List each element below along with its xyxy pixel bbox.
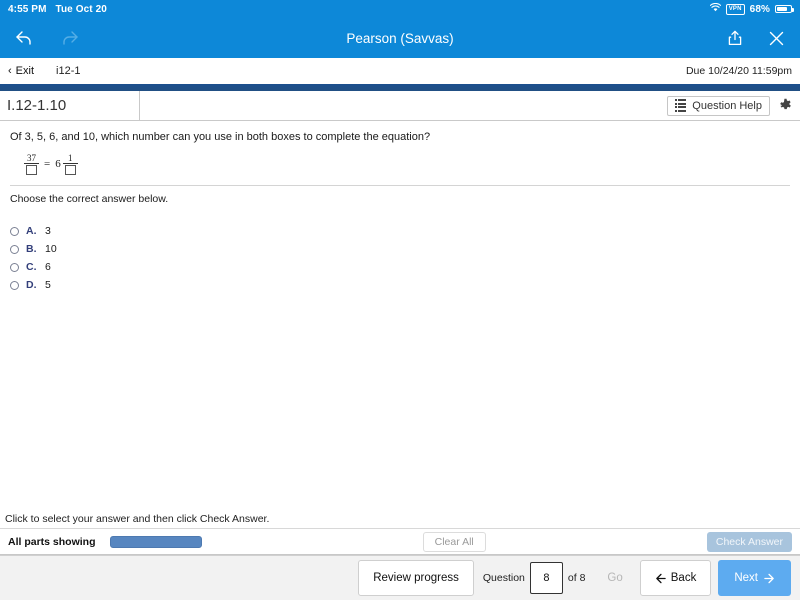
choice-d[interactable]: D. 5: [10, 276, 790, 294]
hint-text: Click to select your answer and then cli…: [0, 509, 800, 529]
next-label: Next: [734, 572, 758, 584]
exit-button[interactable]: ‹ Exit: [8, 65, 34, 77]
status-time: 4:55 PM: [8, 3, 47, 15]
left-arrow-icon: [655, 573, 666, 583]
app-bar: Pearson (Savvas): [0, 18, 800, 58]
back-label: Back: [670, 572, 697, 584]
of-total-label: of 8: [567, 572, 586, 584]
equation: 37 = 6 1: [24, 153, 790, 176]
question-number-input[interactable]: [529, 562, 563, 594]
back-arrow-icon[interactable]: [12, 26, 36, 50]
question-content: Of 3, 5, 6, and 10, which number can you…: [0, 121, 800, 504]
ios-status-bar: 4:55 PM Tue Oct 20 VPN 68%: [0, 0, 800, 18]
bottom-nav: Review progress Question of 8 Go Back Ne…: [0, 555, 800, 600]
choice-letter: C.: [26, 261, 37, 274]
whole-number: 6: [55, 158, 61, 171]
question-navigator: Question of 8: [482, 562, 586, 594]
right-denominator-box[interactable]: [64, 164, 76, 176]
battery-icon: [775, 5, 794, 13]
parts-label: All parts showing: [8, 535, 96, 548]
choice-letter: B.: [26, 243, 37, 256]
radio-button[interactable]: [10, 244, 19, 254]
due-date: Due 10/24/20 11:59pm: [685, 65, 792, 77]
parts-progress-bar: [109, 535, 202, 548]
check-answer-button[interactable]: Check Answer: [706, 531, 792, 552]
left-denominator-box[interactable]: [26, 164, 37, 176]
right-fraction: 1: [62, 153, 78, 176]
question-bar-actions: Question Help: [666, 91, 800, 120]
right-arrow-icon: [764, 573, 774, 583]
close-icon[interactable]: [764, 26, 788, 50]
exit-bar: ‹ Exit i12-1 Due 10/24/20 11:59pm: [0, 58, 800, 84]
content-divider: [10, 185, 790, 187]
right-numerator: 1: [67, 153, 73, 164]
status-bar-right: VPN 68%: [709, 2, 794, 15]
choice-b[interactable]: B. 10: [10, 240, 790, 258]
radio-button[interactable]: [10, 280, 19, 290]
navy-divider: [0, 84, 800, 91]
choice-text: 3: [45, 225, 51, 238]
chevron-left-icon: ‹: [8, 64, 12, 77]
question-label: Question: [482, 572, 525, 584]
wifi-icon: [709, 2, 721, 15]
nav-arrows: [12, 26, 82, 50]
exit-label: Exit: [15, 65, 35, 77]
status-date: Tue Oct 20: [55, 3, 107, 15]
battery-percent: 68%: [749, 3, 770, 15]
question-bar: I.12-1.10 Question Help: [0, 91, 800, 121]
radio-button[interactable]: [10, 262, 19, 272]
app-title: Pearson (Savvas): [346, 30, 454, 46]
next-button[interactable]: Next: [718, 560, 791, 596]
choice-text: 10: [45, 243, 57, 256]
choice-letter: A.: [26, 225, 37, 238]
choice-text: 6: [45, 261, 51, 274]
question-help-label: Question Help: [692, 99, 762, 112]
question-prompt: Of 3, 5, 6, and 10, which number can you…: [10, 131, 431, 143]
page-title: I.12-1.10: [0, 91, 140, 120]
answer-box-icon: [26, 165, 37, 176]
answer-choices: A. 3 B. 10 C. 6 D. 5: [10, 222, 790, 294]
go-button[interactable]: Go: [594, 560, 635, 596]
choose-instruction: Choose the correct answer below.: [10, 193, 169, 206]
assignment-id: i12-1: [56, 65, 81, 77]
radio-button[interactable]: [10, 226, 19, 236]
choice-text: 5: [45, 279, 51, 292]
app-root: 4:55 PM Tue Oct 20 VPN 68% Pearson (Savv…: [0, 0, 800, 600]
clear-all-button[interactable]: Clear All: [422, 531, 486, 552]
back-button[interactable]: Back: [639, 560, 712, 596]
choice-letter: D.: [26, 279, 37, 292]
gear-icon[interactable]: [778, 98, 793, 113]
left-numerator: 37: [27, 153, 36, 164]
forward-arrow-icon[interactable]: [58, 26, 82, 50]
left-fraction: 37: [24, 153, 39, 176]
share-icon[interactable]: [723, 26, 747, 50]
question-help-button[interactable]: Question Help: [666, 95, 770, 116]
app-bar-actions: [723, 26, 788, 50]
equals-sign: =: [44, 158, 51, 171]
vpn-badge: VPN: [725, 3, 745, 15]
choice-a[interactable]: A. 3: [10, 222, 790, 240]
choice-c[interactable]: C. 6: [10, 258, 790, 276]
answer-box-icon: [64, 165, 76, 176]
list-icon: [675, 99, 687, 112]
parts-row: All parts showing Clear All Check Answer: [0, 529, 800, 555]
review-progress-button[interactable]: Review progress: [358, 560, 474, 596]
